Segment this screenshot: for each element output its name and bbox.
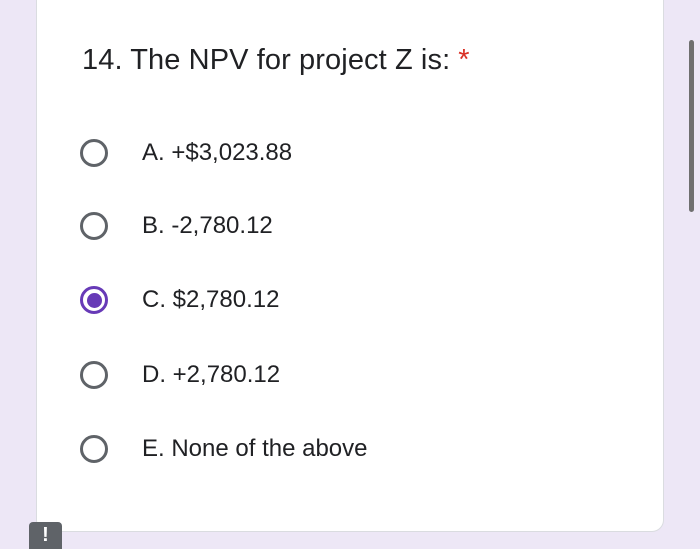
option-b[interactable]: B. -2,780.12: [80, 206, 273, 246]
option-a[interactable]: A. +$3,023.88: [80, 133, 292, 173]
option-a-label: A. +$3,023.88: [142, 139, 293, 166]
question-title-text: 14. The NPV for project Z is:: [82, 44, 451, 76]
radio-dot-c: [86, 292, 102, 308]
option-d-label: D. +2,780.12: [142, 361, 281, 388]
alert-icon[interactable]: !: [29, 522, 62, 549]
radio-button-d[interactable]: [80, 361, 108, 389]
option-b-label: B. -2,780.12: [142, 212, 273, 239]
radio-button-a[interactable]: [80, 139, 108, 167]
option-c-label: C. $2,780.12: [142, 286, 280, 313]
question-title: 14. The NPV for project Z is: *: [82, 44, 470, 77]
scrollbar-thumb[interactable]: [689, 40, 694, 212]
radio-button-c[interactable]: [80, 286, 108, 314]
option-d[interactable]: D. +2,780.12: [80, 355, 280, 395]
radio-button-b[interactable]: [80, 212, 108, 240]
radio-button-e[interactable]: [80, 435, 108, 463]
required-star: *: [458, 44, 470, 76]
option-e-label: E. None of the above: [142, 435, 368, 462]
option-e[interactable]: E. None of the above: [80, 429, 368, 469]
option-c[interactable]: C. $2,780.12: [80, 280, 279, 320]
